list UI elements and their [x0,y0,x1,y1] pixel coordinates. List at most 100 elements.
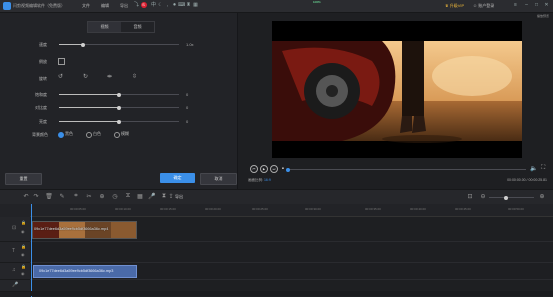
zoom-out-icon[interactable]: ⊖ [479,193,487,200]
screenshot-icon[interactable]: ⊡ [466,193,474,200]
split-icon[interactable]: ✂ [85,193,93,200]
volume-icon[interactable]: 🔈 [530,165,537,172]
aspect-ratio[interactable]: 画面比例: 16:9 [248,178,271,183]
ruler-corner [0,204,30,217]
play-button[interactable]: ▶ [260,165,268,173]
brightness-value: 0 [186,119,189,124]
playback-knob[interactable] [286,167,290,172]
ruler-tick: 00:00:20.00 [205,207,221,211]
mosaic-icon[interactable]: ▦ [136,193,144,200]
zoom-plus-icon[interactable]: ⊕ [538,193,546,200]
aspect-ratio-label: 画面比例: [248,178,263,182]
track-mute-icon[interactable]: ◉ [21,252,25,257]
track-mute-icon[interactable]: ◉ [21,271,25,276]
mic-icon[interactable]: 🎤 [148,193,156,200]
zoom-slider-knob[interactable] [504,195,508,200]
brightness-slider-knob[interactable] [117,119,121,124]
speed-icon[interactable]: ◷ [111,193,119,200]
speed-slider-knob[interactable] [81,42,85,47]
track-lock-icon[interactable]: 🔒 [21,264,26,269]
audio-clip[interactable]: 09c1e77dee6d3a59ee9cb5df3666a36c.mp3 [33,265,137,278]
timeline-scrollbar[interactable] [30,291,553,296]
tray-moon-icon[interactable]: ☾ [157,2,164,9]
bg-radio-white[interactable] [86,131,92,138]
preview-panel: 播放预览 ⏮ ▶ ⏭ ■ 🔈 ⛶ 画面比例: 16:9 00:00:00.00 … [238,13,553,189]
track-mute-icon[interactable]: ◉ [21,229,25,234]
cancel-button[interactable]: 取消 [200,173,237,185]
ok-button[interactable]: 确定 [160,173,195,183]
saturation-value: 0 [186,92,189,97]
title-bar: 闪剪视频编辑软件（免费版） 文件 编辑 导出 ⤵ S 中 ☾ , ⏺ ⌨ ♜ ▦… [0,0,553,13]
tray-keyboard-icon[interactable]: ⌨ [178,2,185,9]
text-track-icon: T [12,248,16,254]
voice-track-header: 🎤 [0,280,30,292]
track-lock-icon[interactable]: 🔒 [21,244,26,249]
tray-shirt-icon[interactable]: ♜ [185,2,192,9]
ruler-tick: 00:00:05.00 [70,207,86,211]
prev-button[interactable]: ⏮ [250,165,258,173]
reverse-checkbox[interactable] [58,58,65,65]
track-lock-icon[interactable]: 🔒 [21,220,26,225]
bg-option-blur-label: 模糊 [121,131,129,136]
menu-export[interactable]: 导出 [120,3,128,9]
close-icon[interactable]: ✕ [543,2,550,9]
maximize-icon[interactable]: □ [533,2,540,9]
reset-button[interactable]: 重置 [5,173,42,185]
playback-progress[interactable] [286,167,526,172]
mic-track-icon: 🎤 [12,282,19,288]
tray-s-icon[interactable]: S [140,2,147,9]
menu-file[interactable]: 文件 [82,3,90,9]
menu-edit[interactable]: 编辑 [101,3,109,9]
saturation-slider-knob[interactable] [117,92,121,97]
fullscreen-icon[interactable]: ⛶ [541,165,545,172]
bg-option-white-label: 白色 [93,131,101,136]
ruler-tick: 00:00:40.00 [410,207,426,211]
export-icon[interactable]: ⇪ [167,193,175,200]
undo-icon[interactable]: ↶ [22,193,30,200]
minimize-icon[interactable]: – [523,2,530,9]
export-button[interactable]: 导出 [175,194,183,200]
account-button[interactable]: ☺ 账户登录 [473,3,494,9]
tray-arrow-icon[interactable]: ⤵ [133,2,140,9]
timeline-toolbar: ↶ ↷ 🗑 ✎ ⌗ ✂ ⊕ ◷ ⧖ ▦ 🎤 ⧗ ⇪ 导出 ⊡ ⊖ ⊕ [0,189,553,205]
brightness-slider[interactable] [59,119,179,124]
bg-radio-blur[interactable] [114,131,120,138]
ruler-tick: 00:00:25.00 [252,207,268,211]
saturation-slider[interactable] [59,92,179,97]
flip-horizontal-icon[interactable]: ⇹ [107,73,112,80]
tray-lang-icon[interactable]: 中 [150,2,157,9]
ruler-tick: 00:00:30.00 [305,207,321,211]
aspect-ratio-value[interactable]: 16:9 [264,178,271,182]
ruler-tick: 00:00:35.00 [365,207,381,211]
playback-time: 00:00:00.00 / 00:00:25.81 [507,178,547,182]
rotate-left-icon[interactable]: ↺ [58,73,63,80]
zoom-in-icon[interactable]: ⊕ [98,193,106,200]
speed-slider[interactable] [59,42,179,47]
overlay-track [30,242,553,263]
tab-video[interactable]: 视频 [88,22,121,32]
redo-icon[interactable]: ↷ [32,193,40,200]
menu-icon[interactable]: ≡ [512,2,519,9]
video-clip[interactable]: 09c1e77dee6d3a59ee9cb5df3666a36c.mp4 [32,221,137,239]
rotate-right-icon[interactable]: ↻ [83,73,88,80]
tray-grid-icon[interactable]: ▦ [192,2,199,9]
vip-button[interactable]: ♛ 升级VIP [445,3,464,9]
contrast-slider-fill [59,107,119,108]
tab-audio[interactable]: 音频 [121,22,154,32]
timeline-playhead[interactable] [31,204,32,297]
zoom-slider[interactable] [489,195,534,200]
ruler-tick: 00:00:45.00 [455,207,471,211]
tray-mic-icon[interactable]: ⏺ [171,2,178,9]
tray-comma-icon[interactable]: , [164,2,171,9]
edit-icon[interactable]: ✎ [58,193,66,200]
contrast-slider-knob[interactable] [117,105,121,110]
next-button[interactable]: ⏭ [270,165,278,173]
crop-icon[interactable]: ⌗ [72,193,80,200]
flip-vertical-icon[interactable]: ⇳ [132,73,137,80]
transition-icon[interactable]: ⧖ [124,193,132,200]
bg-radio-black[interactable] [58,131,64,138]
speed-label: 速度 [39,42,47,47]
contrast-slider[interactable] [59,105,179,110]
delete-icon[interactable]: 🗑 [45,193,53,200]
timeline-ruler[interactable]: 00:00:05.00 00:00:10.00 00:00:15.00 00:0… [30,204,553,217]
